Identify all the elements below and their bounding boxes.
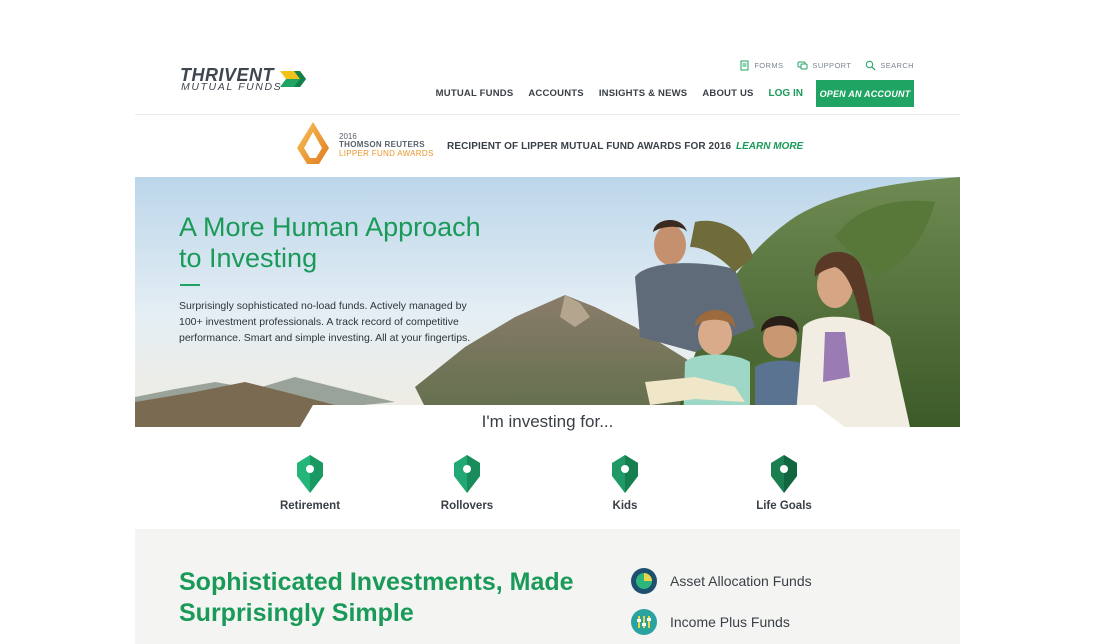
pie-chart-icon xyxy=(631,568,657,594)
header-divider xyxy=(135,114,960,115)
award-name: LIPPER FUND AWARDS xyxy=(339,149,434,158)
support-label: SUPPORT xyxy=(812,61,852,70)
forms-link[interactable]: FORMS xyxy=(739,60,783,71)
login-link[interactable]: LOG IN xyxy=(769,88,803,99)
hero-title: A More Human Approach to Investing xyxy=(179,212,481,273)
goal-label: Rollovers xyxy=(440,500,494,512)
fund-label: Income Plus Funds xyxy=(670,614,790,630)
location-pin-icon xyxy=(612,455,638,493)
equalizer-icon xyxy=(631,609,657,635)
chat-icon xyxy=(797,61,808,70)
logo-subtitle: MUTUAL FUNDS xyxy=(181,81,283,93)
utility-links: FORMS SUPPORT SEARCH xyxy=(739,60,914,71)
fund-income-plus[interactable]: Income Plus Funds xyxy=(630,608,790,636)
support-link[interactable]: SUPPORT xyxy=(797,60,851,71)
award-organization: THOMSON REUTERS xyxy=(339,140,425,149)
award-trophy-icon xyxy=(297,122,329,164)
location-pin-icon xyxy=(771,455,797,493)
hero-divider xyxy=(180,284,200,286)
goal-life-goals[interactable]: Life Goals xyxy=(724,454,844,512)
open-account-button[interactable]: OPEN AN ACCOUNT xyxy=(816,80,914,107)
fund-intro-section: Sophisticated Investments, Made Surprisi… xyxy=(135,529,960,644)
goal-label: Life Goals xyxy=(756,500,812,512)
award-description: RECIPIENT OF LIPPER MUTUAL FUND AWARDS F… xyxy=(447,141,732,152)
location-pin-icon xyxy=(297,455,323,493)
search-label: SEARCH xyxy=(880,61,914,70)
section-title: Sophisticated Investments, Made Surprisi… xyxy=(179,568,574,627)
thrivent-logo[interactable]: THRIVENT MUTUAL FUNDS xyxy=(180,66,310,96)
search-link[interactable]: SEARCH xyxy=(865,60,914,71)
hero-banner: A More Human Approach to Investing Surpr… xyxy=(135,177,960,427)
nav-about-us[interactable]: ABOUT US xyxy=(702,88,753,99)
fund-label: Asset Allocation Funds xyxy=(670,573,812,589)
logo-mark-icon xyxy=(280,71,306,87)
goal-label: Kids xyxy=(612,500,638,512)
goal-label: Retirement xyxy=(279,500,341,512)
nav-mutual-funds[interactable]: MUTUAL FUNDS xyxy=(436,88,514,99)
forms-label: FORMS xyxy=(754,61,784,70)
nav-insights-news[interactable]: INSIGHTS & NEWS xyxy=(599,88,688,99)
goal-rollovers[interactable]: Rollovers xyxy=(407,454,527,512)
investing-for-heading: I'm investing for... xyxy=(481,412,614,431)
document-icon xyxy=(740,60,749,71)
hero-description: Surprisingly sophisticated no-load funds… xyxy=(179,300,471,344)
search-icon xyxy=(866,60,876,71)
page: THRIVENT MUTUAL FUNDS FORMS SUPPORT SEAR… xyxy=(135,0,960,644)
award-banner: 2016 THOMSON REUTERS LIPPER FUND AWARDS … xyxy=(295,120,815,168)
main-nav: MUTUAL FUNDS ACCOUNTS INSIGHTS & NEWS AB… xyxy=(421,80,914,107)
nav-accounts[interactable]: ACCOUNTS xyxy=(528,88,583,99)
location-pin-icon xyxy=(454,455,480,493)
goal-retirement[interactable]: Retirement xyxy=(250,454,370,512)
goal-kids[interactable]: Kids xyxy=(565,454,685,512)
fund-asset-allocation[interactable]: Asset Allocation Funds xyxy=(630,567,812,595)
learn-more-link[interactable]: LEARN MORE xyxy=(736,141,803,152)
